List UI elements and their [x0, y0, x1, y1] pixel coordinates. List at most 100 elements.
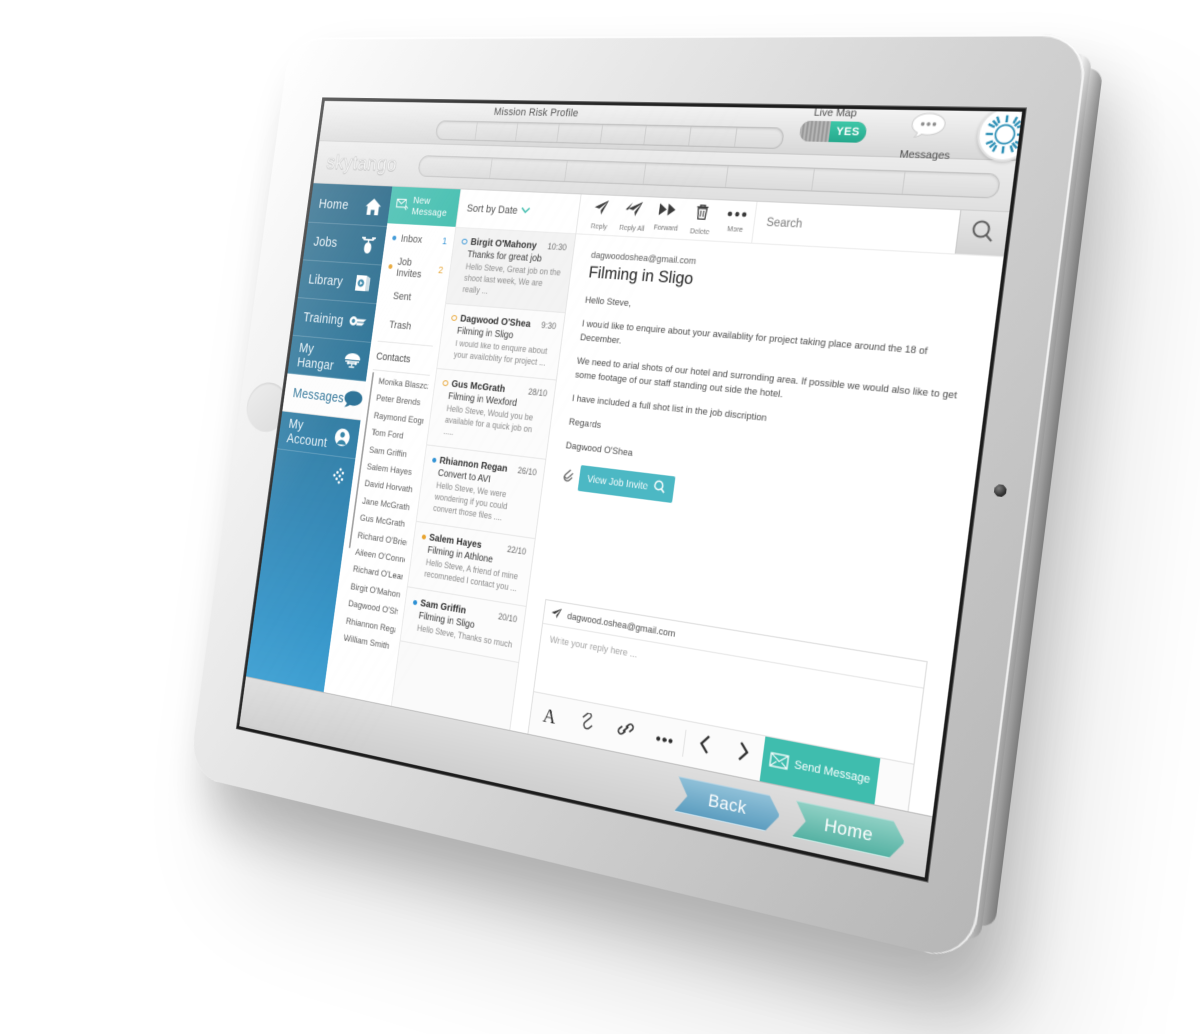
- mission-risk-profile-label: Mission Risk Profile: [493, 106, 579, 119]
- send-message-label: Send Message: [794, 759, 871, 787]
- composer-toolbar-divider: [682, 730, 686, 757]
- tablet-perspective-wrap: Mission Risk Profile Live Map YES Messag…: [0, 0, 1200, 1034]
- attach-button[interactable]: [565, 699, 608, 749]
- risk-segment: [475, 122, 518, 141]
- user-icon: [331, 425, 352, 449]
- header-segment: [903, 171, 1000, 197]
- font-A-icon: A: [542, 704, 558, 729]
- folder-item-inbox[interactable]: Inbox 1: [383, 223, 455, 256]
- magnifier-icon: [969, 218, 997, 249]
- paperclip-icon: [579, 711, 595, 737]
- hangar-drone-icon: [342, 348, 363, 372]
- message-list-item[interactable]: Birgit O'Mahony 10:30 Thanks for great j…: [446, 228, 575, 313]
- message-status-dot: [422, 534, 427, 539]
- message-list-item[interactable]: Gus McGrath 28/10 Filming in Wexford Hel…: [427, 369, 556, 460]
- sidebar-item-label: Training: [302, 310, 344, 328]
- message-status-dot: [442, 380, 448, 386]
- reply-all-button[interactable]: Reply All: [615, 196, 653, 233]
- risk-segment: [516, 123, 560, 142]
- reply-button[interactable]: Reply: [582, 195, 619, 232]
- compose-envelope-icon: [395, 198, 410, 213]
- folder-label: Trash: [389, 319, 436, 334]
- risk-segment: [558, 124, 603, 143]
- tablet-device: Mission Risk Profile Live Map YES Messag…: [189, 34, 1090, 964]
- skytango-logo[interactable]: skytango: [315, 150, 421, 177]
- toggle-knob: [799, 121, 831, 142]
- search-button[interactable]: [955, 210, 1010, 256]
- sidebar-item-label: My Account: [286, 416, 335, 451]
- sidebar-item-home[interactable]: Home: [308, 185, 392, 227]
- message-from-address: dagwoodoshea@gmail.com: [590, 249, 977, 283]
- sort-by-date-button[interactable]: Sort by Date: [456, 189, 581, 234]
- message-list-item[interactable]: Dagwood O'Shea 9:30 Filming in Sligo I w…: [437, 304, 565, 381]
- sidebar-item-label: My Hangar: [296, 341, 345, 374]
- message-date: 10:30: [547, 242, 567, 253]
- folder-dot: [388, 264, 393, 269]
- message-status-dot: [461, 239, 467, 245]
- screenshot-stage: Mission Risk Profile Live Map YES Messag…: [0, 0, 1200, 1034]
- search-input[interactable]: Search: [751, 202, 960, 254]
- sidebar-item-label: Library: [308, 272, 344, 289]
- forward-button[interactable]: Forward: [648, 197, 686, 233]
- back-button[interactable]: Back: [674, 776, 782, 834]
- live-map-toggle[interactable]: YES: [799, 121, 868, 143]
- toggle-value: YES: [828, 121, 867, 143]
- message-date: 20/10: [498, 611, 518, 624]
- new-message-button[interactable]: New Message: [387, 187, 460, 227]
- message-paragraph: We need to arial shots of our hotel and …: [574, 355, 962, 420]
- folder-item-trash[interactable]: Trash: [372, 309, 444, 344]
- back-button-label: Back: [707, 790, 748, 819]
- message-paragraph: I have included a full shot list in the …: [571, 392, 957, 446]
- reply-composer: dagwood.oshea@gmail.com Write your reply…: [527, 599, 927, 811]
- attachment-row: View Job Invite: [560, 463, 947, 538]
- paperclip-icon: [560, 464, 574, 488]
- book-play-icon: [352, 272, 373, 295]
- wings-icon: [347, 310, 368, 334]
- home-button-label: Home: [823, 814, 874, 846]
- folder-label: Inbox: [400, 233, 438, 246]
- paper-plane-icon: [550, 606, 563, 622]
- message-date: 28/10: [528, 387, 548, 399]
- composer-textarea[interactable]: Write your reply here ...: [534, 624, 923, 764]
- message-paragraph: Regards: [568, 416, 954, 473]
- message-paragraph: Dagwood O'Shea: [565, 439, 951, 498]
- risk-segment: [436, 121, 478, 140]
- chevron-down-icon: [520, 205, 531, 217]
- chat-dots-icon: [342, 387, 363, 411]
- message-status-dot: [451, 315, 457, 321]
- new-message-label: New Message: [411, 195, 460, 220]
- chrome-messages-button[interactable]: Messages: [885, 110, 970, 165]
- send-message-button[interactable]: Send Message: [760, 736, 881, 804]
- previous-message-button[interactable]: [682, 722, 726, 773]
- message-preview: Hello Steve, Great job on the shoot last…: [462, 261, 564, 302]
- insert-link-button[interactable]: [603, 706, 647, 756]
- house-icon: [363, 195, 384, 218]
- sidebar-item-library[interactable]: Library: [298, 260, 382, 304]
- risk-segment: [644, 126, 691, 146]
- chevron-right-icon: [735, 740, 751, 770]
- composer-to-row: dagwood.oshea@gmail.com: [543, 600, 927, 688]
- header-segment: [644, 163, 729, 187]
- message-date: 26/10: [517, 465, 537, 477]
- sidebar-item-label: Jobs: [313, 234, 338, 250]
- message-status-dot: [432, 458, 437, 463]
- sidebar-item-jobs[interactable]: Jobs: [303, 223, 387, 266]
- composer-to-address: dagwood.oshea@gmail.com: [567, 610, 676, 639]
- next-message-button[interactable]: [720, 729, 765, 781]
- mission-risk-profile-bar[interactable]: [435, 120, 785, 149]
- header-segment: [490, 158, 568, 181]
- message-status-dot: [413, 600, 418, 605]
- home-button[interactable]: Home: [792, 801, 908, 862]
- chrome-messages-label: Messages: [899, 148, 951, 162]
- sort-by-date-label: Sort by Date: [466, 203, 518, 217]
- format-text-button[interactable]: A: [528, 692, 570, 741]
- message-subject-heading: Filming in Sligo: [587, 263, 975, 309]
- message-body: dagwoodoshea@gmail.com Filming in Sligo …: [529, 234, 1003, 654]
- live-map-control: Live Map YES: [795, 106, 874, 143]
- view-job-invite-label: View Job Invite: [587, 473, 649, 492]
- skytango-orb-icon[interactable]: [974, 107, 1026, 163]
- envelope-icon: [768, 751, 789, 773]
- reply-label: Reply: [590, 221, 607, 231]
- forward-label: Forward: [653, 222, 678, 232]
- message-date: 22/10: [507, 544, 527, 557]
